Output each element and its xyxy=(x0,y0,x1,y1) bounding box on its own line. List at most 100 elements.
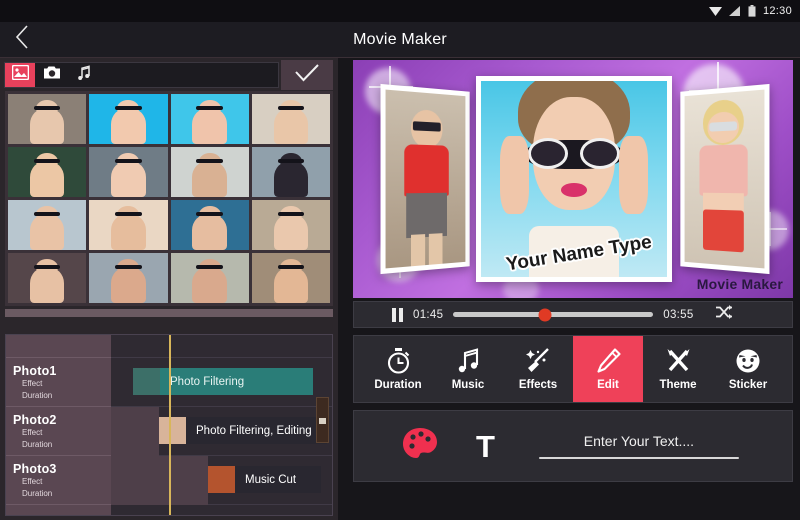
track-name: Photo2 xyxy=(13,413,57,427)
color-palette-button[interactable] xyxy=(402,427,438,465)
text-input[interactable]: Enter Your Text.... xyxy=(538,433,739,459)
ruler-pencil-icon xyxy=(666,348,691,374)
gallery-tab[interactable] xyxy=(5,63,35,87)
gallery-thumbnail[interactable] xyxy=(251,200,330,250)
status-bar: 12:30 xyxy=(0,0,800,22)
pause-icon xyxy=(392,307,396,322)
text-input-value: Enter Your Text.... xyxy=(583,433,695,449)
track-name: Photo1 xyxy=(13,364,57,378)
gallery-thumbnail[interactable] xyxy=(89,94,168,144)
player-controls: 01:45 03:55 xyxy=(353,301,793,328)
timeline-scrollbar-grip[interactable] xyxy=(319,418,326,424)
gallery-thumbnail[interactable] xyxy=(8,253,87,303)
shuffle-button[interactable] xyxy=(715,305,732,324)
current-time: 01:45 xyxy=(413,308,444,321)
seek-thumb[interactable] xyxy=(538,308,552,321)
tool-label: Music xyxy=(451,378,485,391)
gallery-thumbnail[interactable] xyxy=(170,147,249,197)
page-title: Movie Maker xyxy=(353,30,447,48)
music-tab[interactable] xyxy=(69,63,99,87)
battery-icon xyxy=(748,5,756,17)
timeline-clip[interactable]: Photo Filtering xyxy=(133,368,313,395)
clip-thumbnail xyxy=(159,417,186,444)
timeline-tracks[interactable]: Photo Filtering Photo Filtering, Editing M… xyxy=(111,335,332,515)
photo-gallery-grid[interactable] xyxy=(5,91,333,306)
tool-theme-button[interactable]: Theme xyxy=(643,336,713,402)
gallery-thumbnail[interactable] xyxy=(170,253,249,303)
gallery-thumbnail[interactable] xyxy=(89,200,168,250)
tool-music-button[interactable]: Music xyxy=(433,336,503,402)
preview-watermark: Movie Maker xyxy=(696,276,783,292)
tool-label: Duration xyxy=(374,378,422,391)
preview-photo-right xyxy=(680,83,770,275)
gallery-thumbnail[interactable] xyxy=(89,253,168,303)
preview-photo-left xyxy=(380,83,470,275)
timeline-row[interactable]: Photo Filtering xyxy=(111,358,332,407)
emoji-face-icon xyxy=(735,348,761,374)
media-picker-panel: Photo1 Effect Duration Photo2 Effect Duration… xyxy=(0,58,338,520)
track-duration-label: Duration xyxy=(22,390,53,400)
music-note-icon xyxy=(457,347,480,374)
clip-label: Photo Filtering, Editing xyxy=(196,424,312,437)
tool-sticker-button[interactable]: Sticker xyxy=(713,336,783,402)
clip-label: Music Cut xyxy=(245,473,297,486)
timeline-ruler-row xyxy=(111,335,332,358)
timeline-label-spacer xyxy=(6,335,111,358)
timeline-track-label[interactable]: Photo1 Effect Duration xyxy=(6,358,111,407)
stopwatch-icon xyxy=(386,347,411,374)
gallery-thumbnail[interactable] xyxy=(89,147,168,197)
camera-tab[interactable] xyxy=(37,63,67,87)
gallery-thumbnail[interactable] xyxy=(8,200,87,250)
tool-label: Effects xyxy=(518,378,558,391)
gallery-thumbnail[interactable] xyxy=(170,200,249,250)
tool-label: Sticker xyxy=(728,378,768,391)
editor-panel: Your Name Type Movie Maker 01:45 03:55 D… xyxy=(345,58,800,520)
transport-controls xyxy=(0,304,338,330)
clip-thumbnail xyxy=(208,466,235,493)
palette-icon xyxy=(402,427,438,465)
check-icon xyxy=(295,63,319,87)
track-duration-label: Duration xyxy=(22,488,53,498)
gallery-thumbnail[interactable] xyxy=(8,147,87,197)
movie-maker-app: 12:30 Movie Maker Photo1 Effect Duration… xyxy=(0,0,800,520)
magic-wand-icon xyxy=(525,347,551,374)
confirm-selection-button[interactable] xyxy=(281,60,333,90)
timeline-track-label[interactable]: Photo3 Effect Duration xyxy=(6,456,111,505)
timeline-playhead[interactable] xyxy=(169,335,171,515)
gallery-thumbnail[interactable] xyxy=(251,253,330,303)
seek-slider[interactable] xyxy=(453,308,654,321)
timeline-gap-block[interactable] xyxy=(111,456,208,505)
timeline-clip[interactable]: Music Cut xyxy=(208,466,321,493)
total-time: 03:55 xyxy=(663,308,694,321)
camera-icon xyxy=(43,65,61,85)
title-bar: Movie Maker xyxy=(0,22,800,58)
timeline-clip[interactable]: Photo Filtering, Editing xyxy=(159,417,327,444)
track-effect-label: Effect xyxy=(22,477,43,486)
text-tool-bar: T Enter Your Text.... xyxy=(353,410,793,482)
timeline[interactable]: Photo1 Effect Duration Photo2 Effect Duration… xyxy=(5,334,333,516)
gallery-thumbnail[interactable] xyxy=(251,94,330,144)
tool-edit-button[interactable]: Edit xyxy=(573,336,643,402)
timeline-row[interactable]: Photo Filtering, Editing xyxy=(111,407,332,456)
timeline-scrollbar[interactable] xyxy=(316,397,329,443)
gallery-thumbnail[interactable] xyxy=(251,147,330,197)
pencil-icon xyxy=(596,347,621,374)
pause-button[interactable] xyxy=(392,307,403,322)
gallery-thumbnail[interactable] xyxy=(170,94,249,144)
timeline-gap-block[interactable] xyxy=(111,407,159,456)
clip-label: Photo Filtering xyxy=(170,375,245,388)
preview-photo-center: Your Name Type xyxy=(476,76,672,282)
editing-tools-bar[interactable]: Duration Music Effects Edit Theme Sticker xyxy=(353,335,793,403)
media-source-tabs xyxy=(4,62,279,88)
video-preview[interactable]: Your Name Type Movie Maker xyxy=(353,60,793,298)
track-name: Photo3 xyxy=(13,462,57,476)
tool-duration-button[interactable]: Duration xyxy=(363,336,433,402)
timeline-row[interactable]: Music Cut xyxy=(111,456,332,505)
timeline-track-labels: Photo1 Effect Duration Photo2 Effect Duration… xyxy=(6,335,111,515)
gallery-thumbnail[interactable] xyxy=(8,94,87,144)
wifi-icon xyxy=(708,6,722,17)
timeline-track-label[interactable]: Photo2 Effect Duration xyxy=(6,407,111,456)
tool-effects-button[interactable]: Effects xyxy=(503,336,573,402)
text-tool-button[interactable]: T xyxy=(476,431,495,462)
media-toolbar xyxy=(4,60,334,90)
